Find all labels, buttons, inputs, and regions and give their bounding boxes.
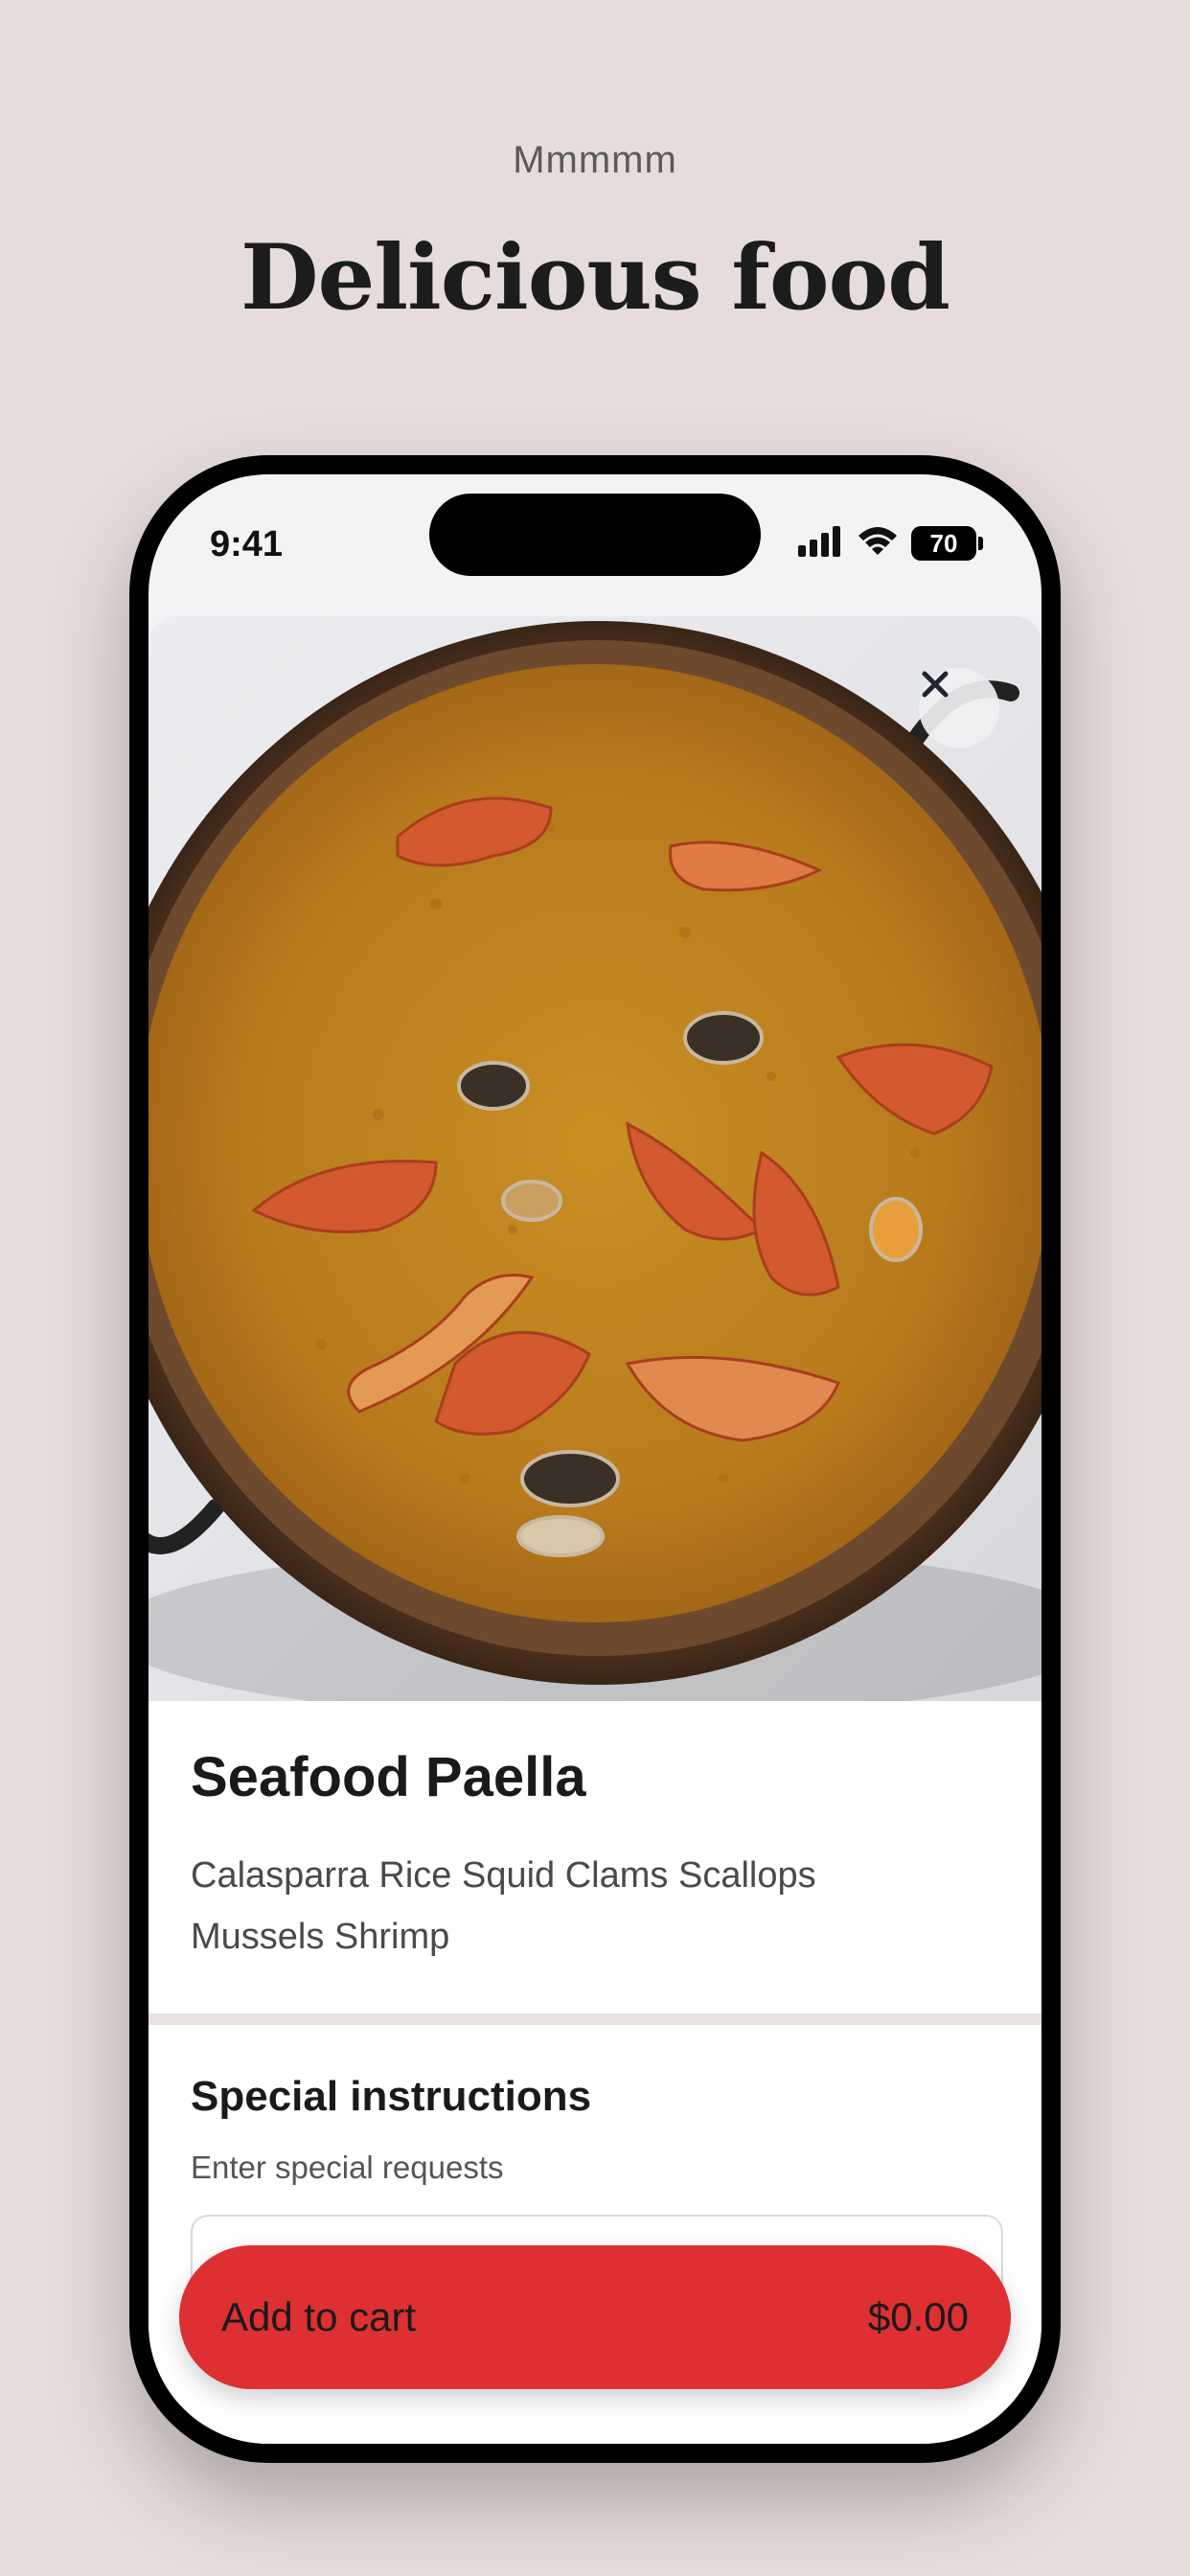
close-button[interactable] bbox=[919, 668, 999, 748]
page-headline: Delicious food bbox=[240, 225, 950, 331]
cart-price: $0.00 bbox=[867, 2294, 969, 2339]
phone-frame: 9:41 70 Seafood Paella Calasparra Rice S… bbox=[129, 455, 1061, 2463]
product-sheet: Seafood Paella Calasparra Rice Squid Cla… bbox=[149, 616, 1041, 2444]
product-title: Seafood Paella bbox=[191, 1746, 586, 1808]
status-time: 9:41 bbox=[210, 524, 284, 564]
signal-icon bbox=[796, 524, 844, 562]
product-description: Calasparra Rice Squid Clams Scallops Mus… bbox=[191, 1855, 816, 1957]
phone-screen: 9:41 70 Seafood Paella Calasparra Rice S… bbox=[149, 474, 1041, 2444]
paella-photo bbox=[149, 616, 1041, 1701]
battery-icon: 70 bbox=[911, 525, 983, 561]
status-icons: 70 bbox=[796, 524, 983, 562]
section-divider bbox=[149, 2013, 1041, 2025]
special-instructions-title: Special instructions bbox=[191, 2073, 592, 2120]
special-instructions-hint: Enter special requests bbox=[191, 2150, 504, 2185]
eyebrow-text: Mmmmm bbox=[513, 139, 677, 181]
add-to-cart-button[interactable]: Add to cart $0.00 bbox=[179, 2245, 1011, 2389]
wifi-icon bbox=[856, 524, 900, 562]
add-to-cart-label: Add to cart bbox=[221, 2294, 417, 2339]
dynamic-island bbox=[429, 494, 761, 576]
status-bar: 9:41 70 bbox=[149, 474, 1041, 618]
